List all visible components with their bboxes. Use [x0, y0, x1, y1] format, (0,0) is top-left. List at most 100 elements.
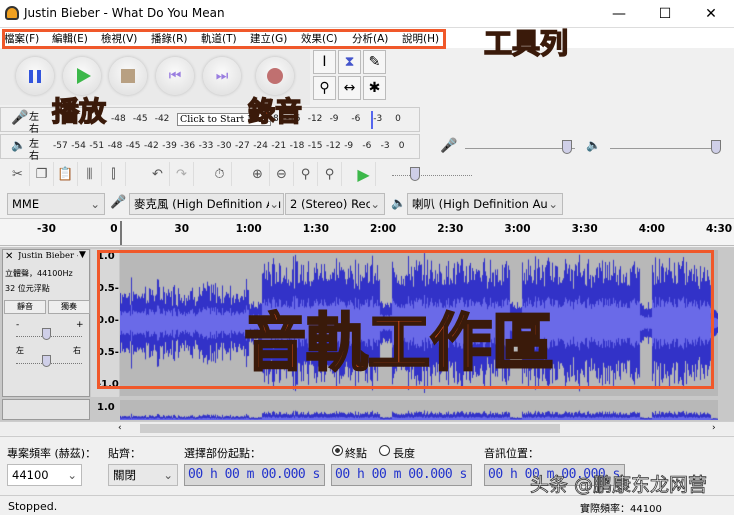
end-radio[interactable] [332, 445, 343, 456]
second-waveform[interactable] [120, 400, 718, 420]
zoom-tool[interactable]: ⚲ [313, 76, 336, 100]
fit-selection-icon: ⚲ [300, 166, 311, 182]
selection-start-field[interactable]: 00 h 00 m 00.000 s [184, 464, 325, 486]
audio-host-select[interactable]: MME ⌄ [7, 193, 105, 215]
copy-button[interactable]: ❐ [30, 162, 54, 186]
paste-button[interactable]: 📋 [54, 162, 78, 186]
playback-meter[interactable]: 🔈 左 右 -57 -54 -51 -48 -45 -42 -39 -36 -33 -30 -27-… [0, 134, 420, 162]
horizontal-scrollbar[interactable]: ‹ › [0, 421, 734, 435]
edit-toolbar: ✂ ❐ 📋 ⫼ ⫿ ↶ ↷ ⏱ ⊕ ⊖ ⚲ ⚲ ▶ [6, 162, 376, 187]
meter-tick-label: -57 [53, 141, 68, 151]
envelope-tool[interactable]: ⧗ [338, 50, 361, 74]
snap-select[interactable]: 關閉 ⌄ [108, 464, 178, 486]
meter-tick-label: -48 [107, 141, 123, 151]
microphone-icon: 🎤 [440, 138, 458, 154]
slider-thumb[interactable] [711, 140, 721, 154]
recording-device-value: 麥克風 (High Definition Au [134, 197, 282, 211]
meter-tick-label: -12 [326, 141, 341, 151]
length-radio[interactable] [379, 445, 390, 456]
paste-icon: 📋 [57, 166, 74, 182]
chevron-down-icon: ⌄ [269, 194, 279, 214]
play-speed-slider[interactable] [392, 175, 472, 176]
redo-icon: ↷ [176, 166, 187, 182]
meter-tick-label: -30 [216, 141, 232, 151]
copy-icon: ❐ [35, 166, 48, 182]
timeline-ruler[interactable]: -30 0 30 1:00 1:30 2:00 2:30 3:00 3:30 4:00 4:30 [0, 218, 734, 246]
draw-tool[interactable]: ✎ [363, 50, 386, 74]
meter-tick-label: -27 [235, 141, 250, 151]
maximize-button[interactable]: ☐ [642, 0, 688, 28]
scroll-left-icon[interactable]: ‹ [118, 423, 122, 433]
scroll-right-icon[interactable]: › [712, 423, 716, 433]
playback-device-value: 喇叭 (High Definition Audi [412, 197, 559, 211]
mute-button[interactable]: 靜音 [4, 300, 46, 314]
zoom-in-button[interactable]: ⊕ [246, 162, 270, 186]
chevron-down-icon: ⌄ [90, 197, 100, 211]
meter-tick-label: -21 [271, 141, 287, 151]
selection-tool[interactable]: I [313, 50, 336, 74]
solo-button[interactable]: 獨奏 [48, 300, 90, 314]
meter-tick-label: 0 [395, 114, 401, 124]
close-button[interactable]: ✕ [688, 0, 734, 28]
ruler-tick-label: 0 [110, 223, 118, 235]
channels-value: 2 (Stereo) Recc [290, 197, 379, 211]
project-rate-select[interactable]: 44100 ⌄ [7, 464, 82, 486]
record-volume-slider[interactable] [465, 148, 575, 149]
mixer-toolbar: 🎤 🔈 [430, 134, 734, 159]
cut-button[interactable]: ✂ [6, 162, 30, 186]
slider-thumb[interactable] [42, 328, 51, 340]
meter-tick-label: -6 [362, 141, 372, 151]
gain-plus-label: + [76, 320, 84, 330]
stop-icon [121, 69, 135, 83]
selection-end-value: 00 h 00 m 00.000 s [335, 467, 467, 482]
zoom-out-button[interactable]: ⊖ [270, 162, 294, 186]
play-at-speed-button[interactable]: ▶ [352, 162, 376, 186]
recording-device-select[interactable]: 麥克風 (High Definition Au ⌄ [129, 193, 284, 215]
silence-button[interactable]: ⫿ [102, 162, 126, 186]
slider-thumb[interactable] [42, 355, 51, 367]
toolbar-annotation: 工具列 [483, 26, 569, 61]
ruler-tick-label: -30 [37, 223, 56, 235]
track-name-button[interactable]: Justin Bieber - W [18, 251, 78, 261]
scrollbar-thumb[interactable] [140, 424, 560, 433]
slider-thumb[interactable] [410, 167, 420, 181]
multi-tool[interactable]: ✱ [363, 76, 386, 100]
channels-select[interactable]: 2 (Stereo) Recc ⌄ [285, 193, 385, 215]
skip-to-end-button[interactable]: ⏭ [203, 57, 241, 95]
meter-tick-label: -51 [89, 141, 105, 151]
right-channel-label: 右 [29, 124, 39, 135]
redo-button[interactable]: ↷ [170, 162, 194, 186]
fit-selection-button[interactable]: ⚲ [294, 162, 318, 186]
double-arrow-icon: ↔ [343, 80, 356, 96]
playhead[interactable] [120, 221, 122, 245]
minimize-button[interactable]: — [596, 0, 642, 28]
right-channel-label: 右 [29, 151, 39, 162]
chevron-down-icon: ⌄ [548, 194, 558, 214]
chevron-down-icon: ⌄ [163, 468, 173, 482]
selection-start-value: 00 h 00 m 00.000 s [188, 467, 320, 482]
meter-tick-label: -6 [351, 114, 361, 124]
stop-button[interactable] [109, 57, 147, 95]
app-icon [5, 6, 19, 20]
time-shift-tool[interactable]: ↔ [338, 76, 361, 100]
ruler-tick-label: 4:30 [706, 223, 733, 235]
track-menu-arrow-icon[interactable]: ▼ [79, 250, 86, 260]
second-track-scale: 1.0 [97, 402, 115, 413]
pencil-icon: ✎ [368, 54, 381, 70]
fit-project-button[interactable]: ⚲ [318, 162, 342, 186]
zoom-out-icon: ⊖ [276, 166, 287, 182]
ruler-tick-label: 30 [174, 223, 190, 235]
slider-thumb[interactable] [562, 140, 572, 154]
selection-end-field[interactable]: 00 h 00 m 00.000 s [331, 464, 472, 486]
chevron-down-icon: ⌄ [370, 194, 380, 214]
playback-device-select[interactable]: 喇叭 (High Definition Audi ⌄ [407, 193, 563, 215]
pan-left-label: 左 [16, 346, 24, 355]
sync-lock-button[interactable]: ⏱ [208, 162, 232, 186]
meter-tick-label: -39 [162, 141, 177, 151]
trim-button[interactable]: ⫼ [78, 162, 102, 186]
skip-to-start-button[interactable]: ⏮ [156, 57, 194, 95]
undo-button[interactable]: ↶ [146, 162, 170, 186]
playback-volume-slider[interactable] [610, 148, 720, 149]
pause-button[interactable] [16, 57, 54, 95]
track-close-button[interactable]: ✕ [5, 251, 13, 262]
